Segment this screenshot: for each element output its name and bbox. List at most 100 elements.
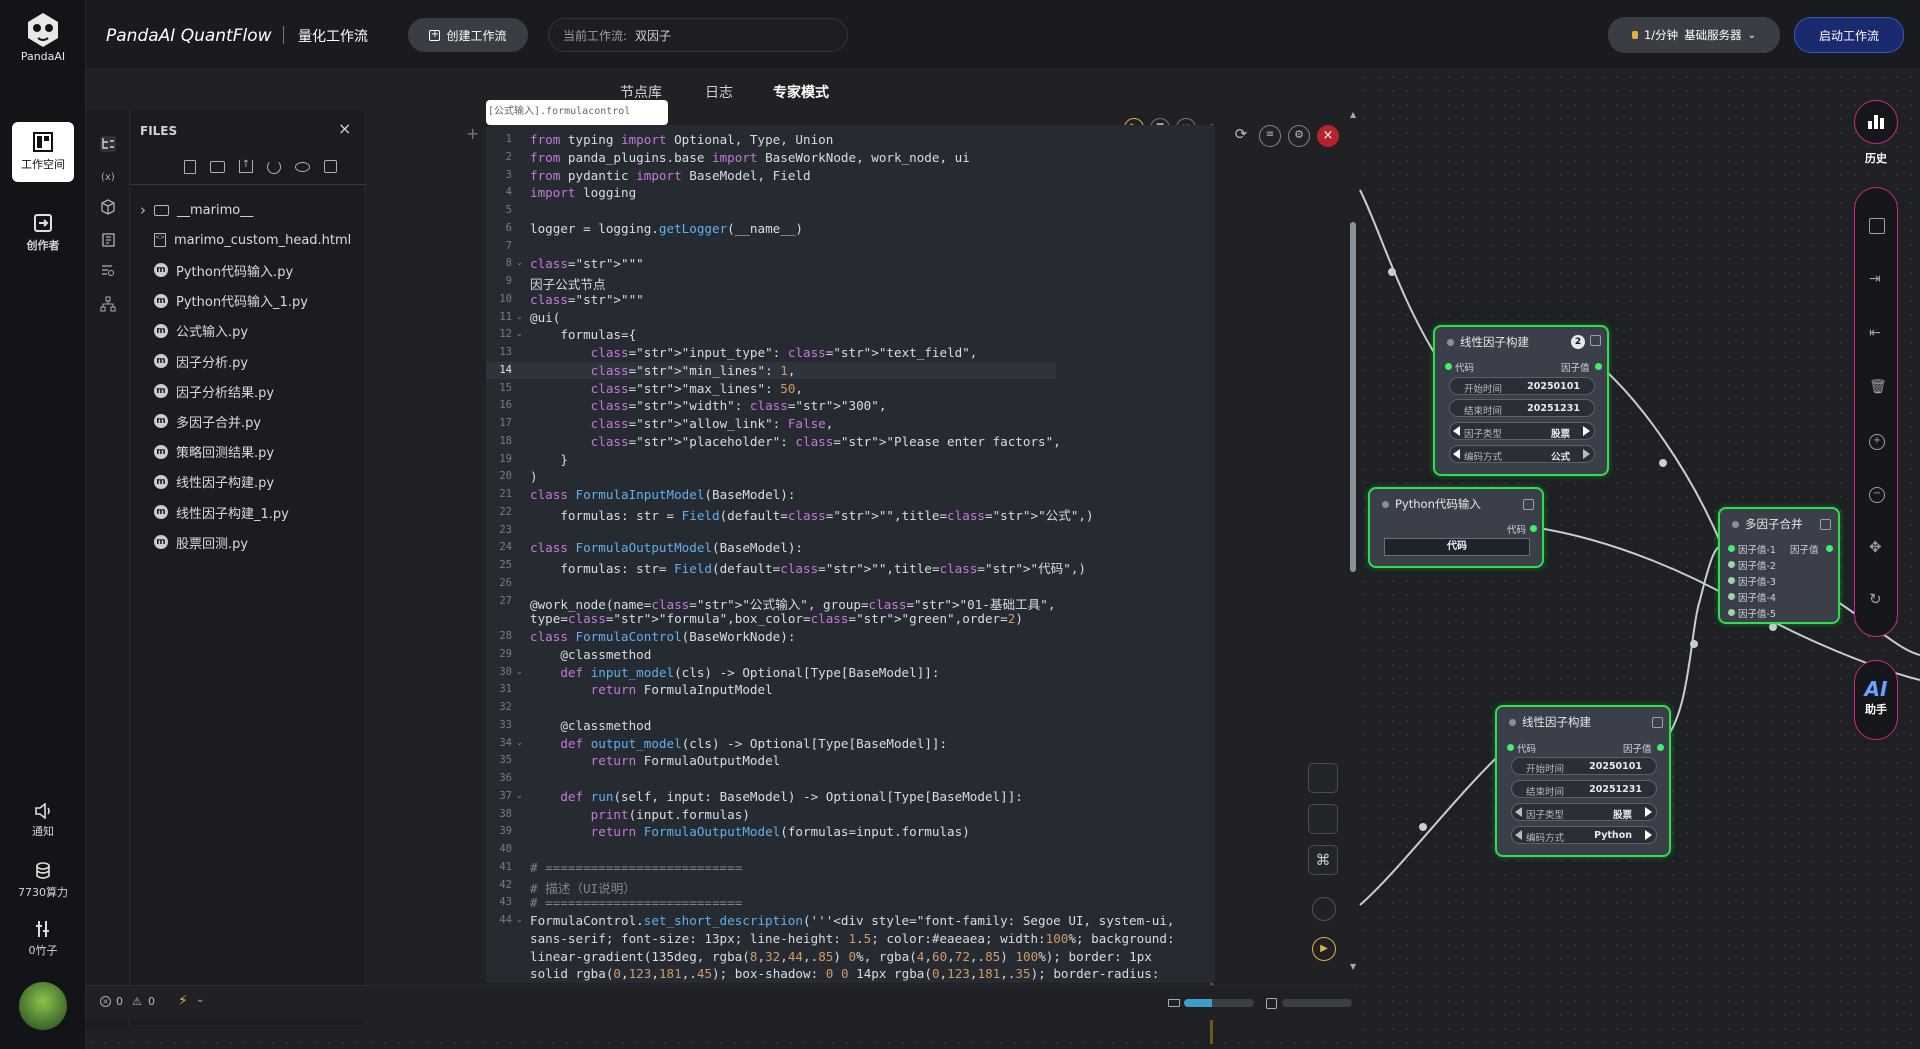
history-button[interactable]: 历史 bbox=[1854, 100, 1898, 166]
input-port[interactable] bbox=[1728, 545, 1735, 552]
sync-icon[interactable]: ⟳ bbox=[1230, 125, 1252, 147]
start-date-field[interactable]: 开始时间 20250101 bbox=[1449, 377, 1595, 395]
file-item[interactable]: m Python代码输入.py bbox=[154, 258, 293, 282]
fold-chevron-icon[interactable]: ⌄ bbox=[516, 738, 523, 747]
chevron-down-icon[interactable]: ⌄ bbox=[196, 994, 204, 1005]
fold-chevron-icon[interactable]: ⌄ bbox=[516, 312, 523, 321]
input-port[interactable] bbox=[1445, 363, 1452, 370]
arrow-left-icon[interactable] bbox=[1515, 830, 1522, 840]
close-editor-icon[interactable]: × bbox=[1317, 125, 1339, 147]
tab-logs[interactable]: 日志 bbox=[705, 82, 733, 102]
arrow-left-icon[interactable] bbox=[1515, 807, 1522, 817]
lightning-icon[interactable]: ⚡ bbox=[178, 993, 188, 1009]
fold-chevron-icon[interactable]: ⌄ bbox=[516, 667, 523, 676]
file-item[interactable]: m 因子分析结果.py bbox=[154, 379, 274, 403]
variable-icon[interactable]: (x) bbox=[100, 168, 116, 184]
fold-chevron-icon[interactable]: ⌄ bbox=[516, 915, 523, 924]
file-item[interactable]: m 公式输入.py bbox=[154, 319, 248, 343]
save-icon[interactable] bbox=[1869, 218, 1885, 234]
file-item[interactable]: m 策略回测结果.py bbox=[154, 440, 274, 464]
output-port[interactable] bbox=[1657, 744, 1664, 751]
code-editor[interactable]: 1 from typing import Optional, Type, Unio… bbox=[486, 125, 1215, 983]
file-item[interactable]: › __marimo__ bbox=[140, 198, 253, 222]
package-icon[interactable] bbox=[100, 199, 116, 215]
rail-creator[interactable]: 创作者 bbox=[12, 213, 74, 253]
input-port[interactable] bbox=[1507, 744, 1514, 751]
file-item[interactable]: m 股票回测.py bbox=[154, 530, 248, 554]
tab-expert[interactable]: 专家模式 bbox=[773, 82, 829, 102]
arrow-left-icon[interactable] bbox=[1453, 449, 1460, 459]
fold-chevron-icon[interactable]: ⌄ bbox=[516, 258, 523, 267]
settings-icon[interactable]: ⚙ bbox=[1288, 125, 1310, 147]
arrow-right-icon[interactable] bbox=[1583, 449, 1590, 459]
assistant-button[interactable]: AI 助手 bbox=[1854, 660, 1898, 740]
file-item[interactable]: <> marimo_custom_head.html bbox=[154, 228, 351, 252]
file-tree-icon[interactable] bbox=[100, 136, 116, 152]
file-item[interactable]: m 因子分析.py bbox=[154, 349, 248, 373]
avatar[interactable] bbox=[19, 982, 67, 1030]
run-all-icon[interactable]: ▶ bbox=[1312, 937, 1336, 961]
trash-icon[interactable]: 🗑 bbox=[1869, 380, 1887, 396]
scroll-thumb[interactable] bbox=[1350, 222, 1356, 572]
factor-type-select[interactable]: 因子类型 股票 bbox=[1511, 803, 1657, 821]
file-item[interactable]: m Python代码输入_1.py bbox=[154, 289, 308, 313]
node-python-code-input[interactable]: Python代码输入 代码 代码 bbox=[1368, 487, 1544, 568]
notebook-icon[interactable] bbox=[100, 232, 116, 248]
node-linear-factor-1[interactable]: 线性因子构建 2 代码 因子值 开始时间 20250101 结束时间 2025123… bbox=[1433, 325, 1609, 476]
layout-toggle-icon[interactable] bbox=[1308, 804, 1338, 834]
refresh-icon[interactable] bbox=[267, 160, 281, 174]
move-icon[interactable]: ✥ bbox=[1869, 540, 1885, 556]
encoding-select[interactable]: 编码方式 公式 bbox=[1449, 445, 1595, 463]
rail-bamboo[interactable]: 0竹子 bbox=[12, 920, 74, 958]
collapse-icon[interactable] bbox=[324, 160, 337, 173]
output-port[interactable] bbox=[1826, 545, 1833, 552]
rail-compute[interactable]: 7730算力 bbox=[12, 862, 74, 900]
arrow-left-icon[interactable] bbox=[1453, 426, 1460, 436]
tab-nodes[interactable]: 节点库 bbox=[620, 82, 662, 102]
edit-icon[interactable] bbox=[1820, 519, 1831, 530]
file-item[interactable]: m 线性因子构建.py bbox=[154, 470, 274, 494]
error-icon[interactable]: × bbox=[100, 996, 111, 1007]
current-workflow-field[interactable]: 当前工作流: 双因子 bbox=[548, 18, 848, 52]
rail-notify[interactable]: 通知 bbox=[12, 803, 74, 839]
warning-icon[interactable]: ⚠ bbox=[132, 995, 142, 1008]
add-cell-icon[interactable]: + bbox=[466, 124, 479, 143]
stop-run-icon[interactable] bbox=[1312, 897, 1336, 921]
fold-chevron-icon[interactable]: ⌄ bbox=[516, 329, 523, 338]
input-port[interactable] bbox=[1728, 561, 1735, 568]
factor-type-select[interactable]: 因子类型 股票 bbox=[1449, 422, 1595, 440]
input-port[interactable] bbox=[1728, 577, 1735, 584]
input-port[interactable] bbox=[1728, 593, 1735, 600]
node-linear-factor-2[interactable]: 线性因子构建 代码 因子值 开始时间 20250101 结束时间 20251231 … bbox=[1495, 705, 1671, 857]
new-folder-icon[interactable] bbox=[210, 161, 225, 173]
file-item[interactable]: m 线性因子构建_1.py bbox=[154, 500, 289, 524]
output-port[interactable] bbox=[1595, 363, 1602, 370]
hide-icon[interactable] bbox=[295, 162, 310, 172]
search-list-icon[interactable] bbox=[100, 263, 116, 279]
start-workflow-button[interactable]: 启动工作流 bbox=[1794, 17, 1904, 53]
command-icon[interactable]: ⌘ bbox=[1308, 845, 1338, 875]
brand-logo[interactable]: PandaAI bbox=[12, 12, 74, 63]
export-icon[interactable]: ⇥ bbox=[1869, 272, 1885, 288]
end-date-field[interactable]: 结束时间 20251231 bbox=[1449, 399, 1595, 417]
graph-icon[interactable] bbox=[100, 296, 116, 312]
input-port[interactable] bbox=[1728, 609, 1735, 616]
menu-icon[interactable]: ≡ bbox=[1259, 125, 1281, 147]
zoom-in-icon[interactable]: + bbox=[1869, 434, 1885, 450]
chevron-right-icon[interactable]: › bbox=[140, 201, 146, 219]
edit-icon[interactable] bbox=[1652, 717, 1663, 728]
arrow-right-icon[interactable] bbox=[1645, 830, 1652, 840]
output-port[interactable] bbox=[1530, 525, 1537, 532]
save-icon[interactable] bbox=[1308, 763, 1338, 793]
reset-icon[interactable]: ↻ bbox=[1869, 592, 1885, 608]
arrow-right-icon[interactable] bbox=[1583, 426, 1590, 436]
end-date-field[interactable]: 结束时间 20251231 bbox=[1511, 780, 1657, 798]
start-date-field[interactable]: 开始时间 20250101 bbox=[1511, 757, 1657, 775]
editor-scrollbar[interactable]: ▲ ▼ bbox=[1348, 110, 1358, 980]
server-selector[interactable]: 1/分钟 基础服务器 ⌄ bbox=[1608, 17, 1780, 53]
new-file-icon[interactable] bbox=[184, 160, 196, 174]
upload-icon[interactable]: ↑ bbox=[239, 160, 253, 173]
rail-workspace[interactable]: 工作空间 bbox=[12, 122, 74, 182]
node-multi-factor-merge[interactable]: 多因子合并 因子值 因子值-1 因子值-2 因子值-3 因子值-4 因子值-5 bbox=[1718, 507, 1840, 624]
edit-icon[interactable] bbox=[1590, 335, 1601, 346]
